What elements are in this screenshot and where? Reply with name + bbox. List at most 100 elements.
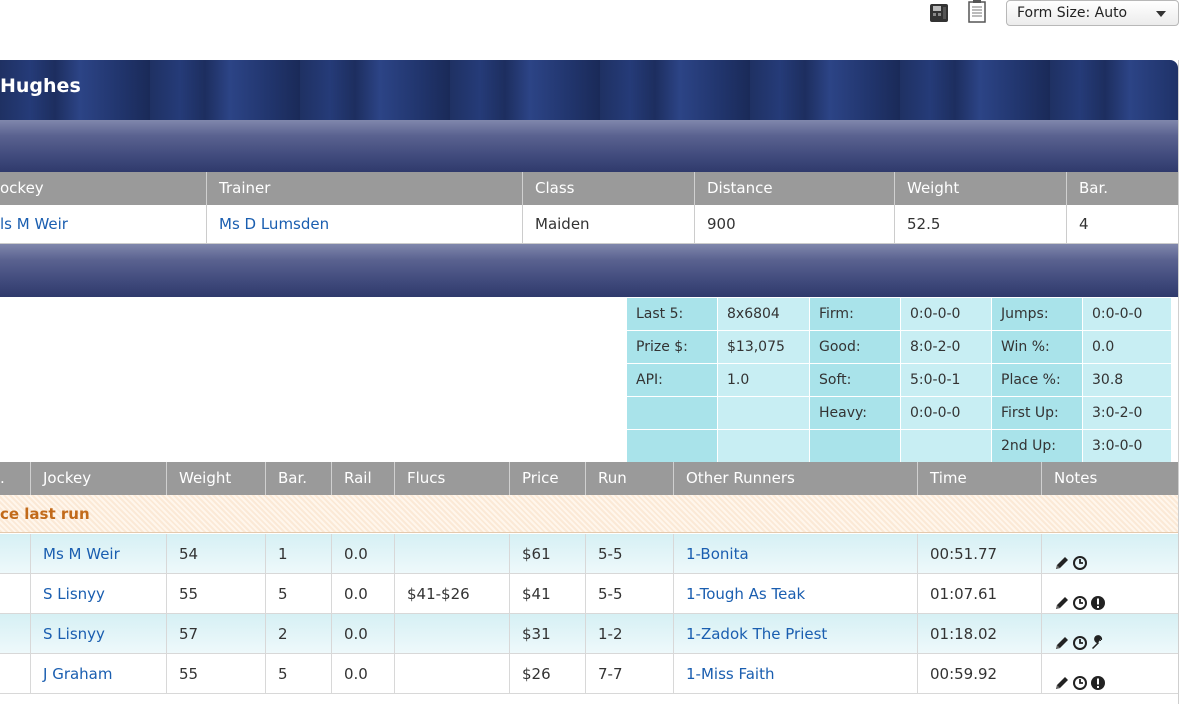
time-cell: 01:07.61 xyxy=(917,574,1041,613)
run-cell: 1-2 xyxy=(585,614,673,653)
stat-label: Firm: xyxy=(810,298,900,330)
jockey-link[interactable]: S Lisnyy xyxy=(30,614,166,653)
trainer-link[interactable]: Ms D Lumsden xyxy=(206,205,522,243)
run-cell: 7-7 xyxy=(585,654,673,693)
col-barrier: Bar. xyxy=(265,462,331,495)
section-band xyxy=(0,244,1178,297)
other-runners-link[interactable]: 1-Tough As Teak xyxy=(673,574,917,613)
alert-icon[interactable] xyxy=(1090,586,1105,610)
time-cell: 00:51.77 xyxy=(917,534,1041,573)
stat-row: Prize $: $13,075 Good: 8:0-2-0 Win %: 0.0 xyxy=(627,331,1175,364)
info-table-row: ls M Weir Ms D Lumsden Maiden 900 52.5 4 xyxy=(0,205,1178,244)
col-barrier: Bar. xyxy=(1066,172,1178,205)
stat-row: API: 1.0 Soft: 5:0-0-1 Place %: 30.8 xyxy=(627,364,1175,397)
col-distance: Distance xyxy=(694,172,894,205)
notes-cell xyxy=(1041,614,1178,653)
print-icon[interactable] xyxy=(928,2,950,26)
stat-label: Heavy: xyxy=(810,397,900,429)
col-jockey: Jockey xyxy=(30,462,166,495)
stat-value: 0:0-0-0 xyxy=(901,397,991,429)
jockey-link[interactable]: Ms M Weir xyxy=(30,534,166,573)
table-row: Ms M Weir 54 1 0.0 $61 5-5 1-Bonita 00:51.77 xyxy=(0,534,1178,574)
col-run: Run xyxy=(585,462,673,495)
table-row: S Lisnyy 57 2 0.0 $31 1-2 1-Zadok The Priest 01… xyxy=(0,614,1178,654)
jockey-link[interactable]: J Graham xyxy=(30,654,166,693)
form-size-dropdown[interactable]: Form Size: Auto xyxy=(1006,0,1179,26)
since-last-run-label: ce last run xyxy=(0,505,90,523)
time-cell: 00:59.92 xyxy=(917,654,1041,693)
col-weight: Weight xyxy=(894,172,1066,205)
other-runners-link[interactable]: 1-Bonita xyxy=(673,534,917,573)
pencil-icon[interactable] xyxy=(1054,666,1069,689)
section-band xyxy=(0,120,1178,172)
alert-icon[interactable] xyxy=(1090,666,1105,690)
stat-value: 1.0 xyxy=(718,364,809,396)
document-icon[interactable] xyxy=(966,0,988,24)
stat-label: Prize $: xyxy=(627,331,717,363)
stat-value: 30.8 xyxy=(1083,364,1171,396)
stat-label: Soft: xyxy=(810,364,900,396)
stat-label: Last 5: xyxy=(627,298,717,330)
price-cell: $26 xyxy=(509,654,585,693)
price-cell: $41 xyxy=(509,574,585,613)
wrench-icon[interactable] xyxy=(1090,626,1105,649)
stat-value: 0:0-0-0 xyxy=(901,298,991,330)
profile-header: Hughes xyxy=(0,60,1178,120)
chevron-down-icon xyxy=(1156,11,1166,17)
row-number xyxy=(0,614,30,653)
col-trainer: Trainer xyxy=(206,172,522,205)
col-price: Price xyxy=(509,462,585,495)
run-cell: 5-5 xyxy=(585,574,673,613)
stat-label: Place %: xyxy=(992,364,1082,396)
weight-cell: 54 xyxy=(166,534,265,573)
clock-icon[interactable] xyxy=(1072,626,1087,650)
info-table-header: ockey Trainer Class Distance Weight Bar. xyxy=(0,172,1178,205)
table-row: S Lisnyy 55 5 0.0 $41-$26 $41 5-5 1-Tough As Te… xyxy=(0,574,1178,614)
weight-cell: 57 xyxy=(166,614,265,653)
stat-row: Heavy: 0:0-0-0 First Up: 3:0-2-0 xyxy=(627,397,1175,430)
stat-label xyxy=(627,430,717,462)
col-number: . xyxy=(0,469,5,487)
flucs-cell xyxy=(394,614,509,653)
notes-cell xyxy=(1041,534,1178,573)
price-cell: $31 xyxy=(509,614,585,653)
barrier-cell: 2 xyxy=(265,614,331,653)
stat-label: First Up: xyxy=(992,397,1082,429)
pencil-icon[interactable] xyxy=(1054,586,1069,609)
other-runners-link[interactable]: 1-Miss Faith xyxy=(673,654,917,693)
row-number xyxy=(0,574,30,613)
other-runners-link[interactable]: 1-Zadok The Priest xyxy=(673,614,917,653)
since-last-run-row: ce last run xyxy=(0,495,1178,533)
row-number xyxy=(0,534,30,573)
stat-label: API: xyxy=(627,364,717,396)
stat-value: $13,075 xyxy=(718,331,809,363)
pencil-icon[interactable] xyxy=(1054,546,1069,569)
jockey-link[interactable]: S Lisnyy xyxy=(30,574,166,613)
col-rail: Rail xyxy=(331,462,394,495)
rail-cell: 0.0 xyxy=(331,574,394,613)
rail-cell: 0.0 xyxy=(331,534,394,573)
jockey-link[interactable]: ls M Weir xyxy=(0,205,206,243)
col-time: Time xyxy=(917,462,1041,495)
pencil-icon[interactable] xyxy=(1054,626,1069,649)
stat-label: Win %: xyxy=(992,331,1082,363)
top-toolbar: Form Size: Auto xyxy=(0,0,1200,36)
class-value: Maiden xyxy=(522,205,694,243)
col-other-runners: Other Runners xyxy=(673,462,917,495)
stat-value xyxy=(718,397,809,429)
weight-cell: 55 xyxy=(166,574,265,613)
stat-label xyxy=(627,397,717,429)
clock-icon[interactable] xyxy=(1072,666,1087,690)
runs-table-header: . Jockey Weight Bar. Rail Flucs Price Ru… xyxy=(0,462,1178,495)
flucs-cell xyxy=(394,654,509,693)
row-number xyxy=(0,654,30,693)
stat-value: 3:0-0-0 xyxy=(1083,430,1171,462)
clock-icon[interactable] xyxy=(1072,586,1087,610)
page-title: Hughes xyxy=(0,75,81,97)
stat-value: 8x6804 xyxy=(718,298,809,330)
clock-icon[interactable] xyxy=(1072,546,1087,570)
barrier-cell: 5 xyxy=(265,654,331,693)
run-cell: 5-5 xyxy=(585,534,673,573)
stat-label: Good: xyxy=(810,331,900,363)
stat-label xyxy=(810,430,900,462)
